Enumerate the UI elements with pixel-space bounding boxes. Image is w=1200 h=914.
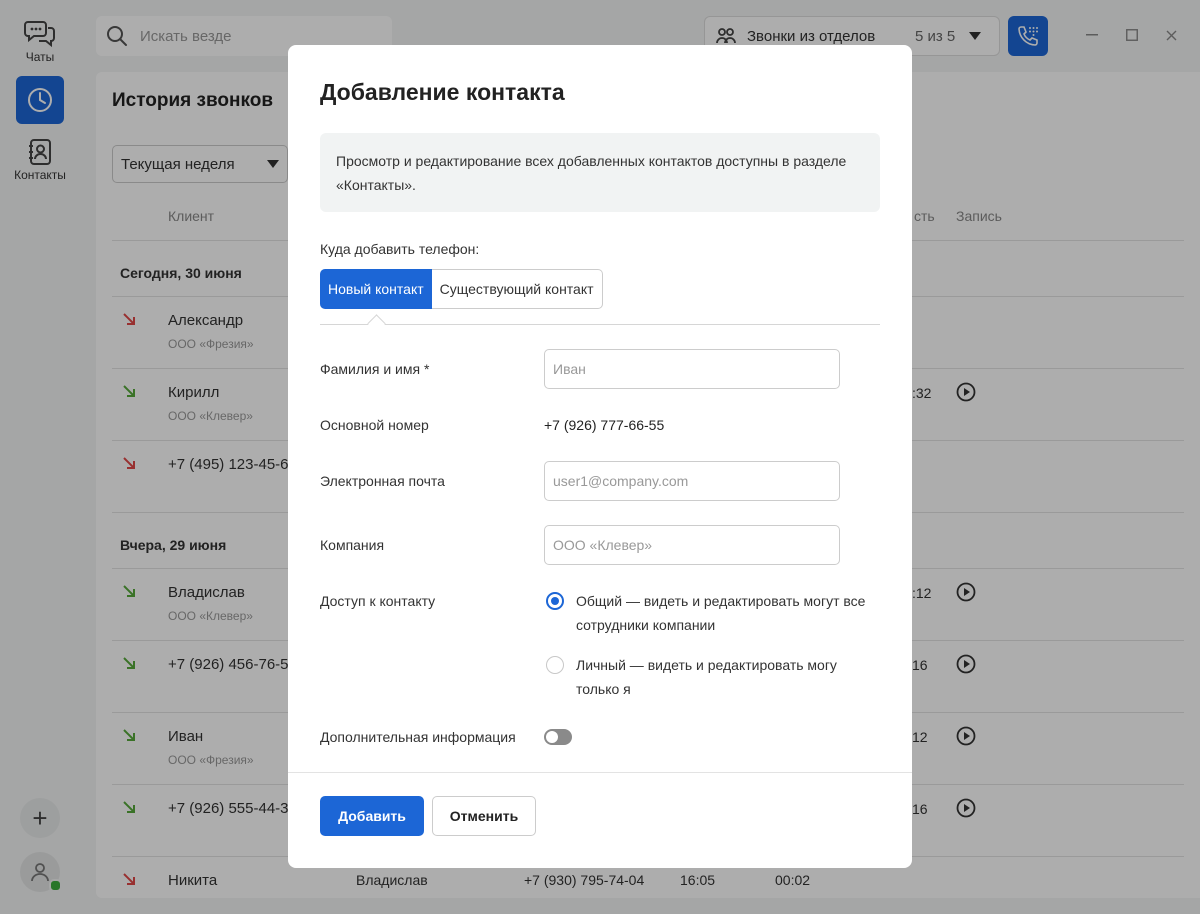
company-input[interactable] — [544, 525, 840, 565]
tab-new-contact[interactable]: Новый контакт — [320, 269, 432, 309]
name-input[interactable] — [544, 349, 840, 389]
dialog-title: Добавление контакта — [320, 79, 565, 105]
access-field-label: Доступ к контакту — [320, 593, 436, 609]
extra-info-toggle[interactable] — [544, 729, 572, 745]
tab-existing-contact[interactable]: Существующий контакт — [431, 269, 603, 309]
tab-divider — [320, 324, 880, 325]
add-button[interactable]: Добавить — [320, 796, 424, 836]
name-field-label: Фамилия и имя * — [320, 361, 430, 377]
access-private-label[interactable]: Личный — видеть и редактировать могу тол… — [576, 653, 876, 701]
contact-target-switch: Новый контакт Существующий контакт — [320, 269, 603, 309]
email-field-label: Электронная почта — [320, 473, 445, 489]
footer-divider — [288, 772, 912, 773]
access-public-radio[interactable] — [546, 592, 564, 610]
email-input[interactable] — [544, 461, 840, 501]
add-phone-to-label: Куда добавить телефон: — [320, 241, 480, 257]
phone-field-label: Основной номер — [320, 417, 429, 433]
access-public-label[interactable]: Общий — видеть и редактировать могут все… — [576, 589, 876, 637]
phone-value: +7 (926) 777-66-55 — [544, 417, 665, 433]
extra-info-label: Дополнительная информация — [320, 729, 516, 745]
company-field-label: Компания — [320, 537, 385, 553]
tab-pointer — [367, 314, 386, 333]
add-contact-dialog: Добавление контакта Просмотр и редактиро… — [288, 45, 912, 868]
info-banner: Просмотр и редактирование всех добавленн… — [320, 133, 880, 212]
cancel-button[interactable]: Отменить — [432, 796, 536, 836]
access-private-radio[interactable] — [546, 656, 564, 674]
